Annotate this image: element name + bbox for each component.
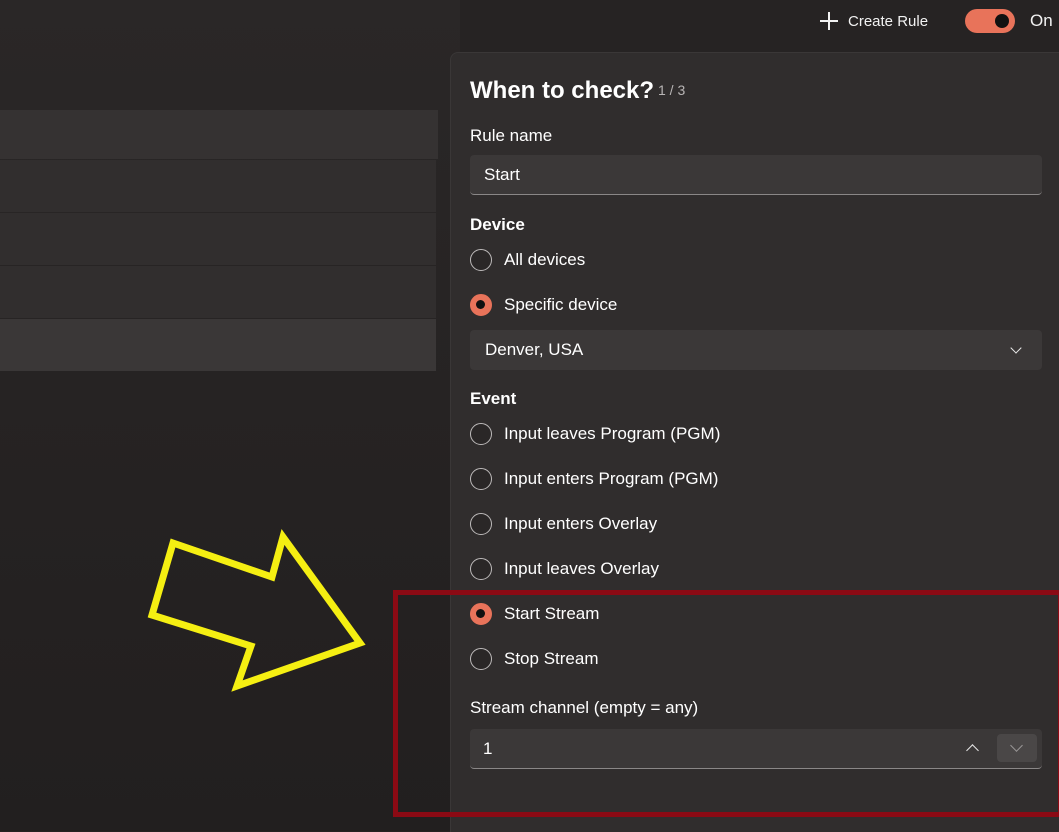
list-item[interactable]: [0, 213, 436, 265]
device-section-label: Device: [470, 215, 525, 234]
plus-icon: [820, 12, 838, 30]
radio-button[interactable]: [470, 468, 492, 490]
create-rule-button[interactable]: Create Rule: [820, 6, 928, 36]
radio-label: Input leaves Overlay: [504, 559, 659, 578]
rule-name-input[interactable]: Start: [470, 155, 1042, 195]
device-dropdown[interactable]: Denver, USA: [470, 330, 1042, 370]
panel-title: When to check?: [470, 77, 655, 104]
radio-input-leaves-overlay[interactable]: Input leaves Overlay: [470, 555, 659, 583]
event-section-label: Event: [470, 389, 517, 408]
radio-button[interactable]: [470, 249, 492, 271]
radio-label: Input enters Program (PGM): [504, 469, 719, 488]
arrow-shape: [147, 529, 366, 692]
radio-button[interactable]: [470, 558, 492, 580]
radio-all-devices[interactable]: All devices: [470, 246, 585, 274]
list-header-row: [0, 110, 438, 159]
radio-input-leaves-pgm[interactable]: Input leaves Program (PGM): [470, 420, 720, 448]
radio-label: All devices: [504, 250, 586, 269]
radio-input-enters-pgm[interactable]: Input enters Program (PGM): [470, 465, 718, 493]
yellow-arrow-icon: [147, 529, 366, 692]
background-list-area: [0, 0, 460, 831]
radio-specific-device[interactable]: Specific device: [470, 291, 617, 319]
toggle-knob: [995, 14, 1009, 28]
radio-label: Input enters Overlay: [504, 514, 658, 533]
rule-name-label: Rule name: [470, 126, 553, 145]
radio-label: Input leaves Program (PGM): [504, 424, 721, 443]
radio-label: Specific device: [504, 295, 618, 314]
step-indicator: 1 / 3: [658, 82, 686, 98]
list-item[interactable]: [0, 266, 436, 318]
radio-button[interactable]: [470, 513, 492, 535]
radio-button-checked[interactable]: [470, 294, 492, 316]
radio-button[interactable]: [470, 423, 492, 445]
list-item[interactable]: [0, 160, 436, 212]
enable-toggle[interactable]: [965, 9, 1015, 33]
device-dropdown-value: Denver, USA: [485, 340, 584, 359]
toggle-label: On: [1030, 11, 1053, 30]
list-item-selected[interactable]: [0, 319, 436, 371]
highlight-box: [393, 590, 1059, 817]
radio-input-enters-overlay[interactable]: Input enters Overlay: [470, 510, 657, 538]
chevron-down-icon: [1010, 342, 1022, 354]
create-rule-label: Create Rule: [848, 12, 929, 30]
